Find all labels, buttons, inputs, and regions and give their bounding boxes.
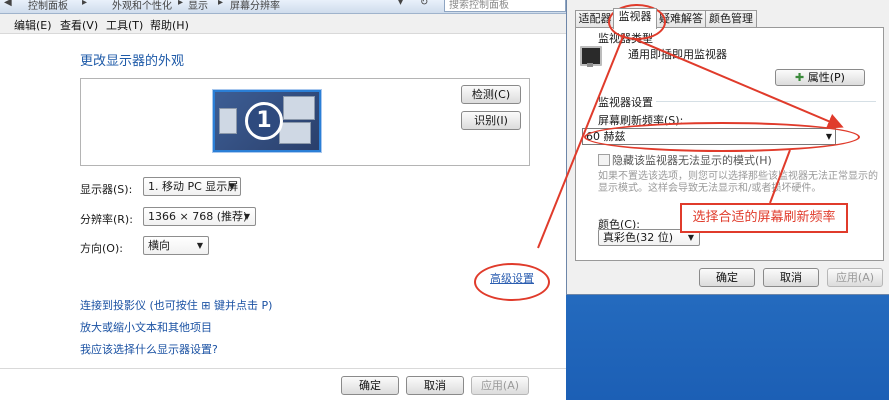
arrow-callout-to-refresh bbox=[769, 149, 791, 204]
annotation-arrows bbox=[537, 33, 844, 249]
arrow-to-monitor-tab bbox=[537, 33, 625, 249]
tab-monitor[interactable]: 监视器 bbox=[613, 8, 657, 29]
arrow-to-refresh-rate bbox=[631, 37, 844, 129]
